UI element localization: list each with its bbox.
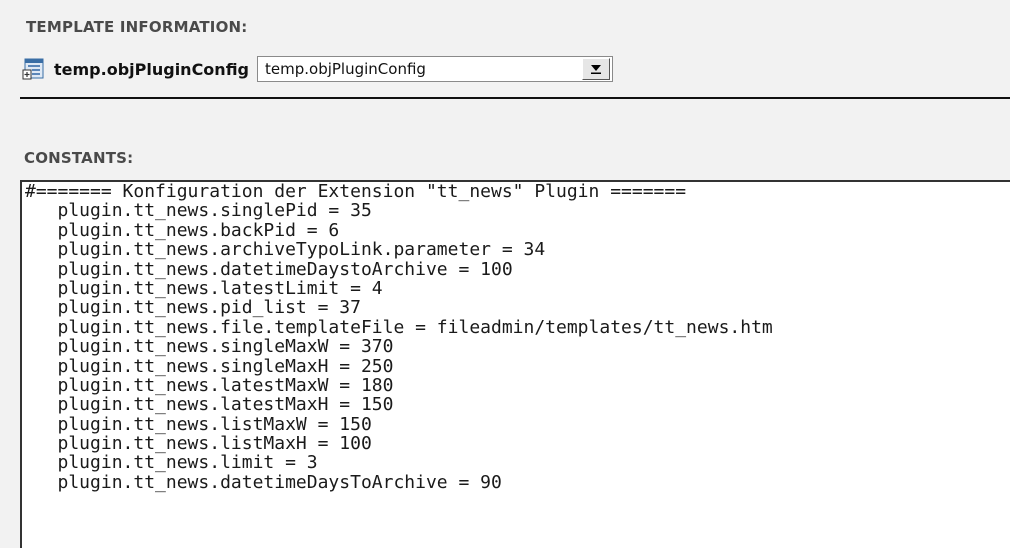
- constants-line: plugin.tt_news.singleMaxW = 370: [25, 336, 394, 358]
- divider: [20, 97, 1010, 99]
- constants-line: plugin.tt_news.limit = 3: [25, 452, 318, 474]
- constants-line: plugin.tt_news.file.templateFile = filea…: [25, 316, 773, 338]
- constants-line: plugin.tt_news.datetimeDaystoArchive = 1…: [25, 258, 513, 280]
- constants-line: plugin.tt_news.archiveTypoLink.parameter…: [25, 239, 546, 261]
- constants-line: plugin.tt_news.datetimeDaysToArchive = 9…: [25, 471, 502, 493]
- page: TEMPLATE INFORMATION: temp.objPluginConf…: [0, 0, 1010, 548]
- template-select-value: temp.objPluginConfig: [265, 60, 426, 78]
- template-information-heading: TEMPLATE INFORMATION:: [26, 18, 248, 36]
- constants-line: plugin.tt_news.pid_list = 37: [25, 297, 361, 319]
- constants-line: plugin.tt_news.latestLimit = 4: [25, 277, 383, 299]
- constants-line: plugin.tt_news.singlePid = 35: [25, 200, 372, 222]
- dropdown-arrow-icon[interactable]: [582, 58, 610, 80]
- constants-code: #======= Konfiguration der Extension "tt…: [22, 182, 1010, 492]
- constants-line: plugin.tt_news.listMaxH = 100: [25, 433, 372, 455]
- constants-line: plugin.tt_news.listMaxW = 150: [25, 413, 372, 435]
- constants-line: plugin.tt_news.latestMaxW = 180: [25, 374, 394, 396]
- constants-textarea[interactable]: #======= Konfiguration der Extension "tt…: [20, 180, 1010, 548]
- constants-line: plugin.tt_news.backPid = 6: [25, 219, 340, 241]
- constants-heading: CONSTANTS:: [24, 149, 134, 167]
- constants-line: #======= Konfiguration der Extension "tt…: [25, 181, 687, 202]
- template-record-icon[interactable]: [22, 57, 46, 81]
- template-name: temp.objPluginConfig: [54, 59, 249, 79]
- constants-line: plugin.tt_news.singleMaxH = 250: [25, 355, 394, 377]
- constants-line: plugin.tt_news.latestMaxH = 150: [25, 394, 394, 416]
- template-row: temp.objPluginConfig temp.objPluginConfi…: [22, 54, 613, 84]
- template-select[interactable]: temp.objPluginConfig: [257, 56, 613, 82]
